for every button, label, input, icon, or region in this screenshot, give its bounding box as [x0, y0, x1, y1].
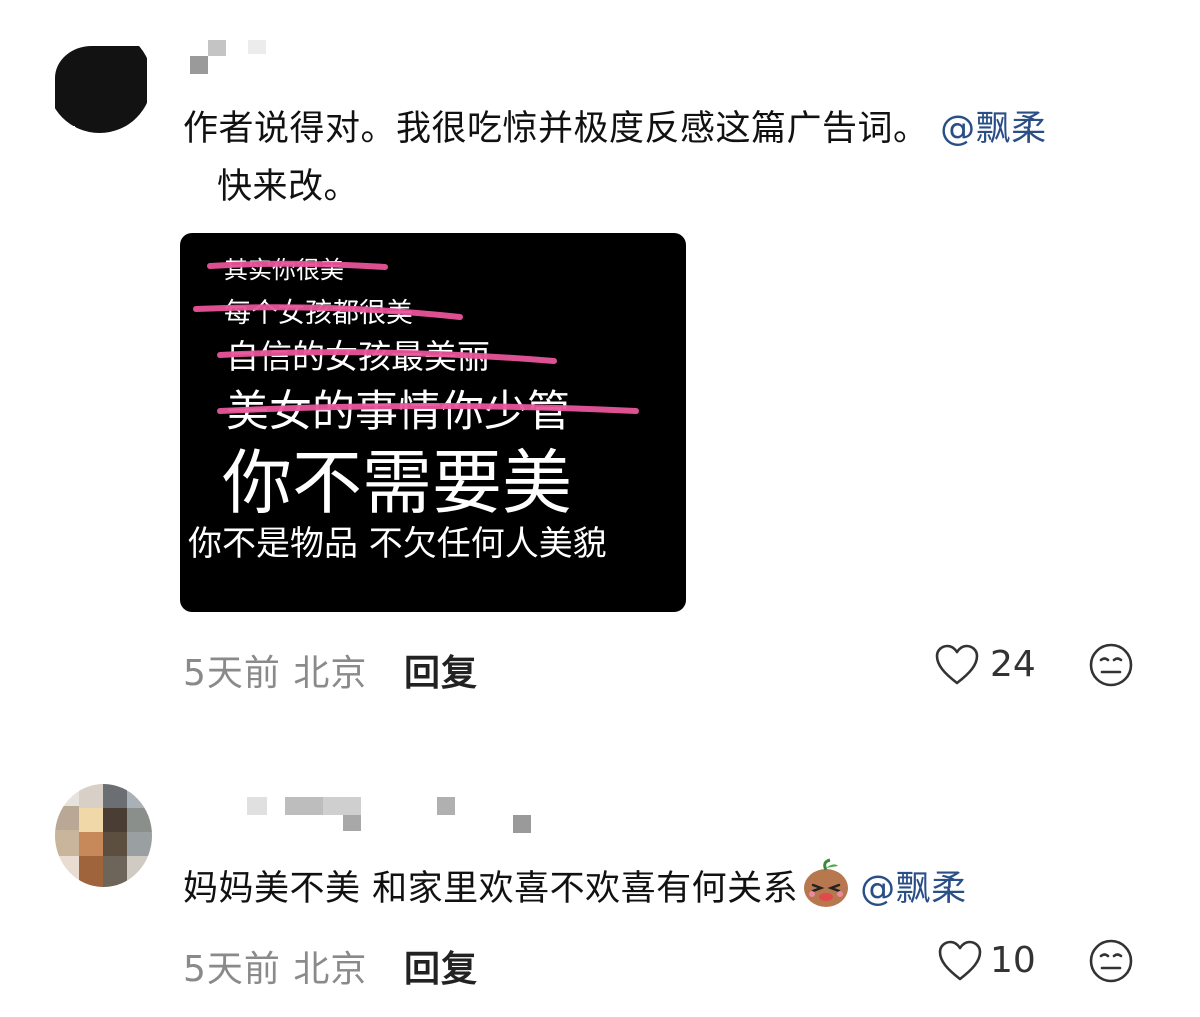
comment-body-tail: 快来改。 [217, 167, 360, 207]
mention-link[interactable]: @飘柔 [860, 869, 967, 909]
comment-body: 作者说得对。我很吃惊并极度反感这篇广告词。 [183, 109, 929, 149]
comment-meta: 5天前 北京 [183, 940, 367, 992]
mention-link[interactable]: @飘柔 [940, 109, 1047, 149]
meme-line-4: 美女的事情你少管 [226, 387, 570, 437]
avatar[interactable] [55, 784, 152, 887]
meme-line-5: 你不需要美 [222, 442, 572, 524]
comment-body: 妈妈美不美 和家里欢喜不欢喜有何关系 [183, 869, 799, 909]
comment-time: 5天前 [183, 949, 281, 990]
meme-line-1: 其实你很美 [224, 256, 344, 284]
meme-line-6: 你不是物品 不欠任何人美貌 [188, 524, 607, 564]
reply-button[interactable]: 回复 [404, 644, 478, 696]
neutral-face-icon[interactable] [1088, 938, 1134, 984]
comments-page: 作者说得对。我很吃惊并极度反感这篇广告词。 @飘柔 快来改。 其实你很美 每个女… [0, 0, 1200, 1017]
smirking-bean-emoji [804, 858, 849, 907]
like-count: 10 [990, 940, 1036, 981]
comment-location: 北京 [293, 949, 368, 990]
heart-outline-icon[interactable] [934, 643, 980, 687]
comment-location: 北京 [293, 653, 368, 694]
neutral-face-icon[interactable] [1088, 642, 1134, 688]
comment-text: 作者说得对。我很吃惊并极度反感这篇广告词。 @飘柔 快来改。 [183, 100, 1163, 216]
like-count: 24 [990, 644, 1036, 685]
strike-line-1 [207, 260, 388, 270]
avatar[interactable] [47, 28, 152, 133]
heart-outline-icon[interactable] [937, 939, 983, 983]
comment-time: 5天前 [183, 653, 281, 694]
reply-button[interactable]: 回复 [404, 940, 478, 992]
comment-meta: 5天前 北京 [183, 644, 367, 696]
comment-image[interactable]: 其实你很美 每个女孩都很美 自信的女孩最美丽 美女的事情你少管 你不需要美 你不… [180, 233, 686, 612]
meme-image: 其实你很美 每个女孩都很美 自信的女孩最美丽 美女的事情你少管 你不需要美 你不… [188, 256, 639, 564]
comment-text: 妈妈美不美 和家里欢喜不欢喜有何关系 @飘柔 [183, 858, 1173, 918]
